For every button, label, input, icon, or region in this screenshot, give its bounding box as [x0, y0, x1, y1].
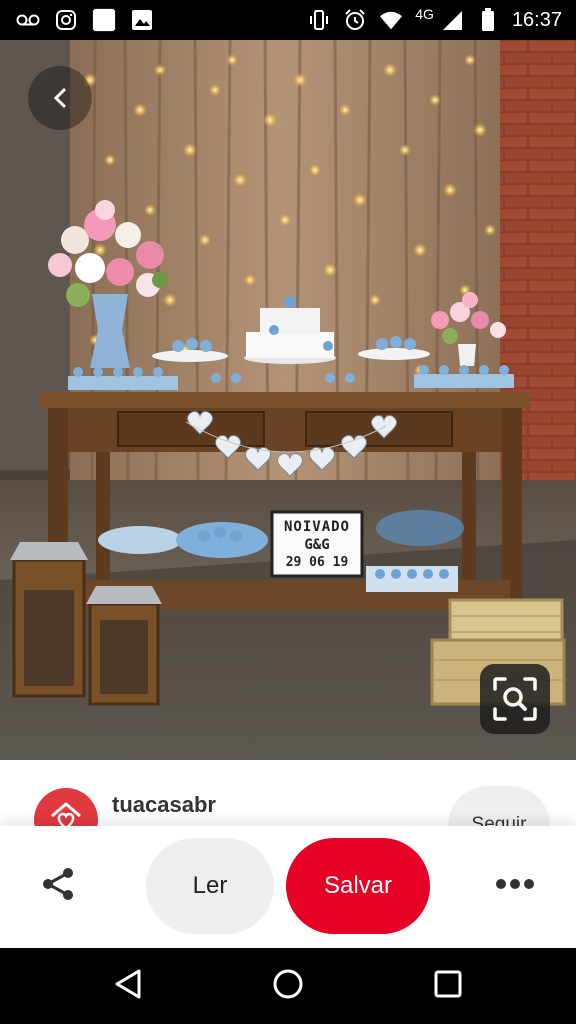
instagram-icon	[54, 8, 78, 32]
back-button[interactable]	[28, 66, 92, 130]
more-horizontal-icon	[495, 877, 535, 895]
system-nav-bar	[0, 948, 576, 1024]
sign-line-3: 29 06 19	[285, 554, 349, 570]
lens-search-icon	[491, 675, 539, 723]
network-type: 4G	[415, 6, 434, 22]
chevron-left-icon	[50, 86, 70, 110]
circle-home-icon	[271, 967, 305, 1006]
square-recents-icon	[433, 969, 463, 1004]
read-button[interactable]: Ler	[146, 838, 274, 934]
share-button[interactable]	[34, 862, 82, 910]
voicemail-icon	[16, 8, 40, 32]
clock: 16:37	[511, 8, 562, 31]
vibrate-icon	[307, 8, 331, 32]
battery-icon	[476, 8, 500, 32]
gallery-icon	[130, 8, 154, 32]
signal-icon	[440, 8, 464, 32]
save-button[interactable]: Salvar	[286, 838, 430, 934]
app-square-icon	[92, 8, 116, 32]
nav-back-button[interactable]	[106, 966, 150, 1006]
pin-photo	[0, 40, 576, 760]
action-bar: Ler Salvar	[0, 826, 576, 948]
creator-username[interactable]: tuacasabr	[112, 792, 216, 818]
share-icon	[38, 864, 78, 909]
save-label: Salvar	[323, 872, 393, 899]
status-bar: 4G 16:37	[0, 0, 576, 40]
lightbox-sign: NOIVADO G&G 29 06 19	[272, 512, 362, 576]
sign-line-2: G&G	[304, 536, 330, 553]
sign-line-1: NOIVADO	[283, 518, 350, 535]
more-options-button[interactable]	[490, 866, 540, 906]
wifi-icon	[379, 8, 403, 32]
nav-home-button[interactable]	[266, 966, 310, 1006]
read-label: Ler	[192, 872, 228, 899]
alarm-icon	[343, 8, 367, 32]
visual-search-button[interactable]	[480, 664, 550, 734]
nav-recents-button[interactable]	[426, 966, 470, 1006]
pin-image[interactable]: NOIVADO G&G 29 06 19	[0, 40, 576, 760]
triangle-back-icon	[113, 968, 143, 1005]
